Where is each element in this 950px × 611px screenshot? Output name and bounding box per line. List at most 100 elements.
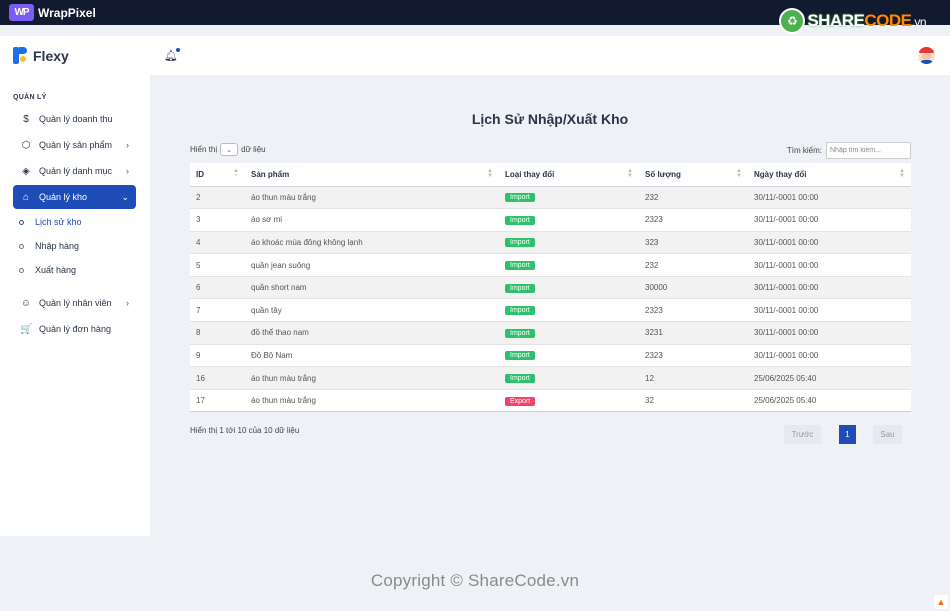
- cell-quantity: 30000: [639, 275, 748, 299]
- chevron-right-icon: ›: [126, 166, 129, 176]
- column-header-change-type[interactable]: Loại thay đổi ▲ ▼: [499, 163, 639, 187]
- cell-quantity: 12: [639, 366, 748, 390]
- sidebar-subitem-stock-history[interactable]: Lịch sử kho: [19, 213, 82, 231]
- table-search: Tìm kiếm:: [787, 142, 911, 159]
- sidebar-item-label: Quản lý sản phẩm: [39, 140, 113, 150]
- search-input[interactable]: [826, 142, 911, 159]
- tag-icon: ◈: [22, 165, 30, 177]
- sidebar-item-orders[interactable]: 🛒 Quản lý đơn hàng: [13, 317, 136, 341]
- sidebar-subitem-label: Xuất hàng: [35, 265, 77, 275]
- cell-date: 25/06/2025 05:40: [748, 388, 911, 413]
- bullet-icon: [19, 219, 24, 225]
- cell-id: 9: [190, 343, 245, 367]
- avatar[interactable]: [918, 47, 935, 64]
- table-row: 3 áo sơ mi Import 2323 30/11/-0001 00:00: [190, 208, 911, 232]
- package-icon: ⬡: [21, 139, 31, 151]
- change-type-badge: Import: [505, 328, 535, 338]
- sidebar-subitem-export[interactable]: Xuất hàng: [19, 261, 76, 279]
- column-header-id[interactable]: ID ▲ ▼: [190, 163, 245, 187]
- pagination-page-1[interactable]: 1: [839, 425, 856, 444]
- change-type-badge: Import: [505, 261, 535, 271]
- pagination-previous-button[interactable]: Trước: [784, 425, 821, 444]
- table-row: 8 đồ thể thao nam Import 3231 30/11/-0001 00…: [190, 321, 911, 345]
- cell-date: 30/11/-0001 00:00: [748, 275, 911, 299]
- cart-icon: 🛒: [20, 323, 33, 335]
- watermark: Copyright © ShareCode.vn: [370, 571, 580, 590]
- users-icon: ☺: [20, 297, 32, 309]
- cell-product: áo thun màu trắng: [245, 388, 499, 413]
- sidebar-item-staff[interactable]: ☺ Quản lý nhân viên ›: [13, 291, 136, 315]
- change-type-badge: Import: [505, 193, 535, 203]
- cell-id: 5: [190, 253, 245, 277]
- table-row: 5 quần jean suông Import 232 30/11/-0001 00:…: [190, 253, 911, 277]
- cell-change-type: Import: [499, 230, 639, 254]
- sidebar-subitem-label: Nhập hàng: [35, 241, 80, 251]
- sidebar-subitem-import[interactable]: Nhập hàng: [19, 237, 79, 255]
- cell-date: 30/11/-0001 00:00: [748, 253, 911, 277]
- cell-change-type: Import: [499, 321, 639, 345]
- cell-date: 30/11/-0001 00:00: [748, 298, 911, 322]
- sort-asc-icon: ▲ ▼: [233, 168, 239, 179]
- notification-dot: [176, 48, 180, 52]
- sharecode-code-text: CODE: [864, 11, 912, 30]
- app-name: Flexy: [33, 47, 69, 64]
- cell-change-type: Import: [499, 185, 639, 209]
- cell-id: 17: [190, 388, 245, 413]
- cell-id: 6: [190, 275, 245, 299]
- page-length-suffix: dữ liệu: [241, 145, 266, 154]
- sidebar-item-label: Quản lý doanh thu: [39, 114, 113, 124]
- cell-product: quần tây: [245, 298, 499, 322]
- sharecode-badge-icon: ♻: [779, 8, 806, 34]
- search-label: Tìm kiếm:: [786, 146, 822, 155]
- cell-id: 8: [190, 321, 245, 345]
- sidebar: Flexy QUẢN LÝ $ Quản lý doanh thu ⬡ Quản…: [0, 36, 150, 536]
- page-length-select[interactable]: ⌄: [220, 143, 239, 156]
- cell-id: 16: [190, 366, 245, 390]
- cell-change-type: Import: [499, 298, 639, 322]
- cell-id: 3: [190, 208, 245, 232]
- cell-date: 30/11/-0001 00:00: [748, 230, 911, 254]
- cell-quantity: 2323: [639, 343, 748, 367]
- cell-change-type: Import: [499, 208, 639, 232]
- chevron-right-icon: ›: [126, 140, 129, 150]
- change-type-badge: Import: [505, 215, 535, 225]
- column-header-quantity[interactable]: Số lượng ▲ ▼: [639, 163, 748, 187]
- cell-quantity: 3231: [639, 321, 748, 345]
- cell-product: áo thun màu trắng: [245, 185, 499, 209]
- cell-product: Đồ Bộ Nam: [245, 343, 499, 367]
- cell-product: quần short nam: [245, 275, 499, 299]
- sidebar-item-categories[interactable]: ◈ Quản lý danh mục ›: [13, 159, 136, 183]
- pagination-next-button[interactable]: Sau: [873, 425, 902, 444]
- cell-quantity: 2323: [639, 208, 748, 232]
- cell-id: 7: [190, 298, 245, 322]
- table-row: 6 quần short nam Import 30000 30/11/-0001 00…: [190, 275, 911, 299]
- sidebar-item-revenue[interactable]: $ Quản lý doanh thu: [13, 107, 136, 131]
- cell-quantity: 32: [639, 388, 748, 413]
- sidebar-item-products[interactable]: ⬡ Quản lý sản phẩm ›: [13, 133, 136, 157]
- cell-quantity: 232: [639, 185, 748, 209]
- page-title: Lịch Sử Nhập/Xuất Kho: [471, 111, 629, 127]
- table-header-row: ID ▲ ▼ Sản phẩm ▲ ▼ Loại thay đổi ▲ ▼ Số lượng…: [190, 163, 911, 187]
- wrappixel-brand[interactable]: WrapPixel: [38, 6, 96, 20]
- cell-date: 30/11/-0001 00:00: [748, 185, 911, 209]
- sidebar-section-caption: QUẢN LÝ: [13, 94, 47, 101]
- change-type-badge: Import: [505, 351, 535, 361]
- column-header-product[interactable]: Sản phẩm ▲ ▼: [245, 163, 499, 187]
- cell-quantity: 2323: [639, 298, 748, 322]
- sidebar-item-warehouse[interactable]: ⌂ Quản lý kho ⌄: [13, 185, 136, 209]
- change-type-badge: Import: [505, 238, 535, 248]
- bullet-icon: [19, 267, 24, 273]
- table-row: 7 quần tây Import 2323 30/11/-0001 00:00: [190, 298, 911, 322]
- change-type-badge: Import: [505, 283, 535, 293]
- chevron-down-icon: ⌄: [121, 191, 129, 202]
- app-logo[interactable]: Flexy: [13, 47, 69, 64]
- change-type-badge: Import: [505, 374, 535, 384]
- column-header-date[interactable]: Ngày thay đổi ▲ ▼: [748, 163, 911, 187]
- cell-change-type: Import: [499, 275, 639, 299]
- change-type-badge: Import: [505, 306, 535, 316]
- dollar-icon: $: [23, 113, 29, 125]
- wrappixel-logo-icon: WP: [9, 4, 34, 21]
- warehouse-icon: ⌂: [22, 191, 30, 203]
- flame-icon[interactable]: ▲: [934, 595, 948, 609]
- sidebar-item-label: Quản lý danh mục: [39, 166, 113, 176]
